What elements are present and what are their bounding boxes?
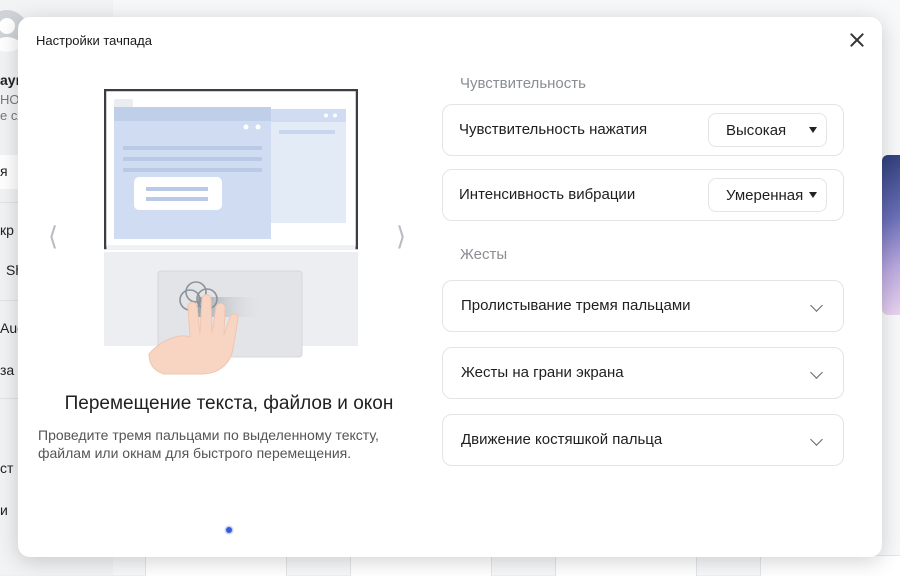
row-label: Интенсивность вибрации xyxy=(459,186,636,203)
edge-gestures-row[interactable]: Жесты на грани экрана xyxy=(442,347,844,399)
row-label: Движение костяшкой пальца xyxy=(461,431,663,448)
dialog-title: Настройки тачпада xyxy=(36,33,152,48)
knuckle-gesture-row[interactable]: Движение костяшкой пальца xyxy=(442,414,844,466)
three-finger-swipe-row[interactable]: Пролистывание тремя пальцами xyxy=(442,280,844,332)
close-icon[interactable] xyxy=(846,29,868,51)
previous-slide-button[interactable]: ⟨ xyxy=(48,223,58,249)
background-card xyxy=(350,555,492,576)
select-value: Высокая xyxy=(726,122,787,139)
touchpad-settings-dialog: Настройки тачпада ⟨ ⟩ Перемещение текста… xyxy=(18,17,882,557)
slide-description: Проведите тремя пальцами по выделенному … xyxy=(38,427,379,461)
press-sensitivity-row: Чувствительность нажатия Высокая xyxy=(442,104,844,156)
row-label: Чувствительность нажатия xyxy=(459,121,648,138)
chevron-down-icon xyxy=(810,299,823,312)
gesture-illustration xyxy=(104,89,358,375)
next-slide-button[interactable]: ⟩ xyxy=(396,223,406,249)
chevron-down-icon xyxy=(810,366,823,379)
vibration-intensity-row: Интенсивность вибрации Умеренная xyxy=(442,169,844,221)
row-label: Жесты на грани экрана xyxy=(461,364,624,381)
sidebar-item: кр xyxy=(0,222,14,238)
select-value: Умеренная xyxy=(726,187,804,204)
press-sensitivity-select[interactable]: Высокая xyxy=(708,113,827,147)
chevron-down-icon xyxy=(810,433,823,446)
sidebar-item: ст xyxy=(0,460,14,476)
background-card xyxy=(145,555,287,576)
sidebar-search-text: я xyxy=(0,163,8,179)
slide-title: Перемещение текста, файлов и окон xyxy=(64,393,394,414)
gestures-heading: Жесты xyxy=(460,246,508,263)
caret-down-icon xyxy=(809,192,817,198)
wallpaper-thumbnail xyxy=(882,155,900,315)
sensitivity-heading: Чувствительность xyxy=(460,75,586,92)
row-label: Пролистывание тремя пальцами xyxy=(461,297,691,314)
pagination-dot[interactable] xyxy=(226,527,232,533)
sidebar-item: и xyxy=(0,502,8,518)
vibration-intensity-select[interactable]: Умеренная xyxy=(708,178,827,212)
sidebar-user-name: аyı xyxy=(0,72,20,88)
sidebar-item: за xyxy=(0,362,15,378)
background-card xyxy=(555,555,697,576)
caret-down-icon xyxy=(809,127,817,133)
background-card xyxy=(760,555,900,576)
